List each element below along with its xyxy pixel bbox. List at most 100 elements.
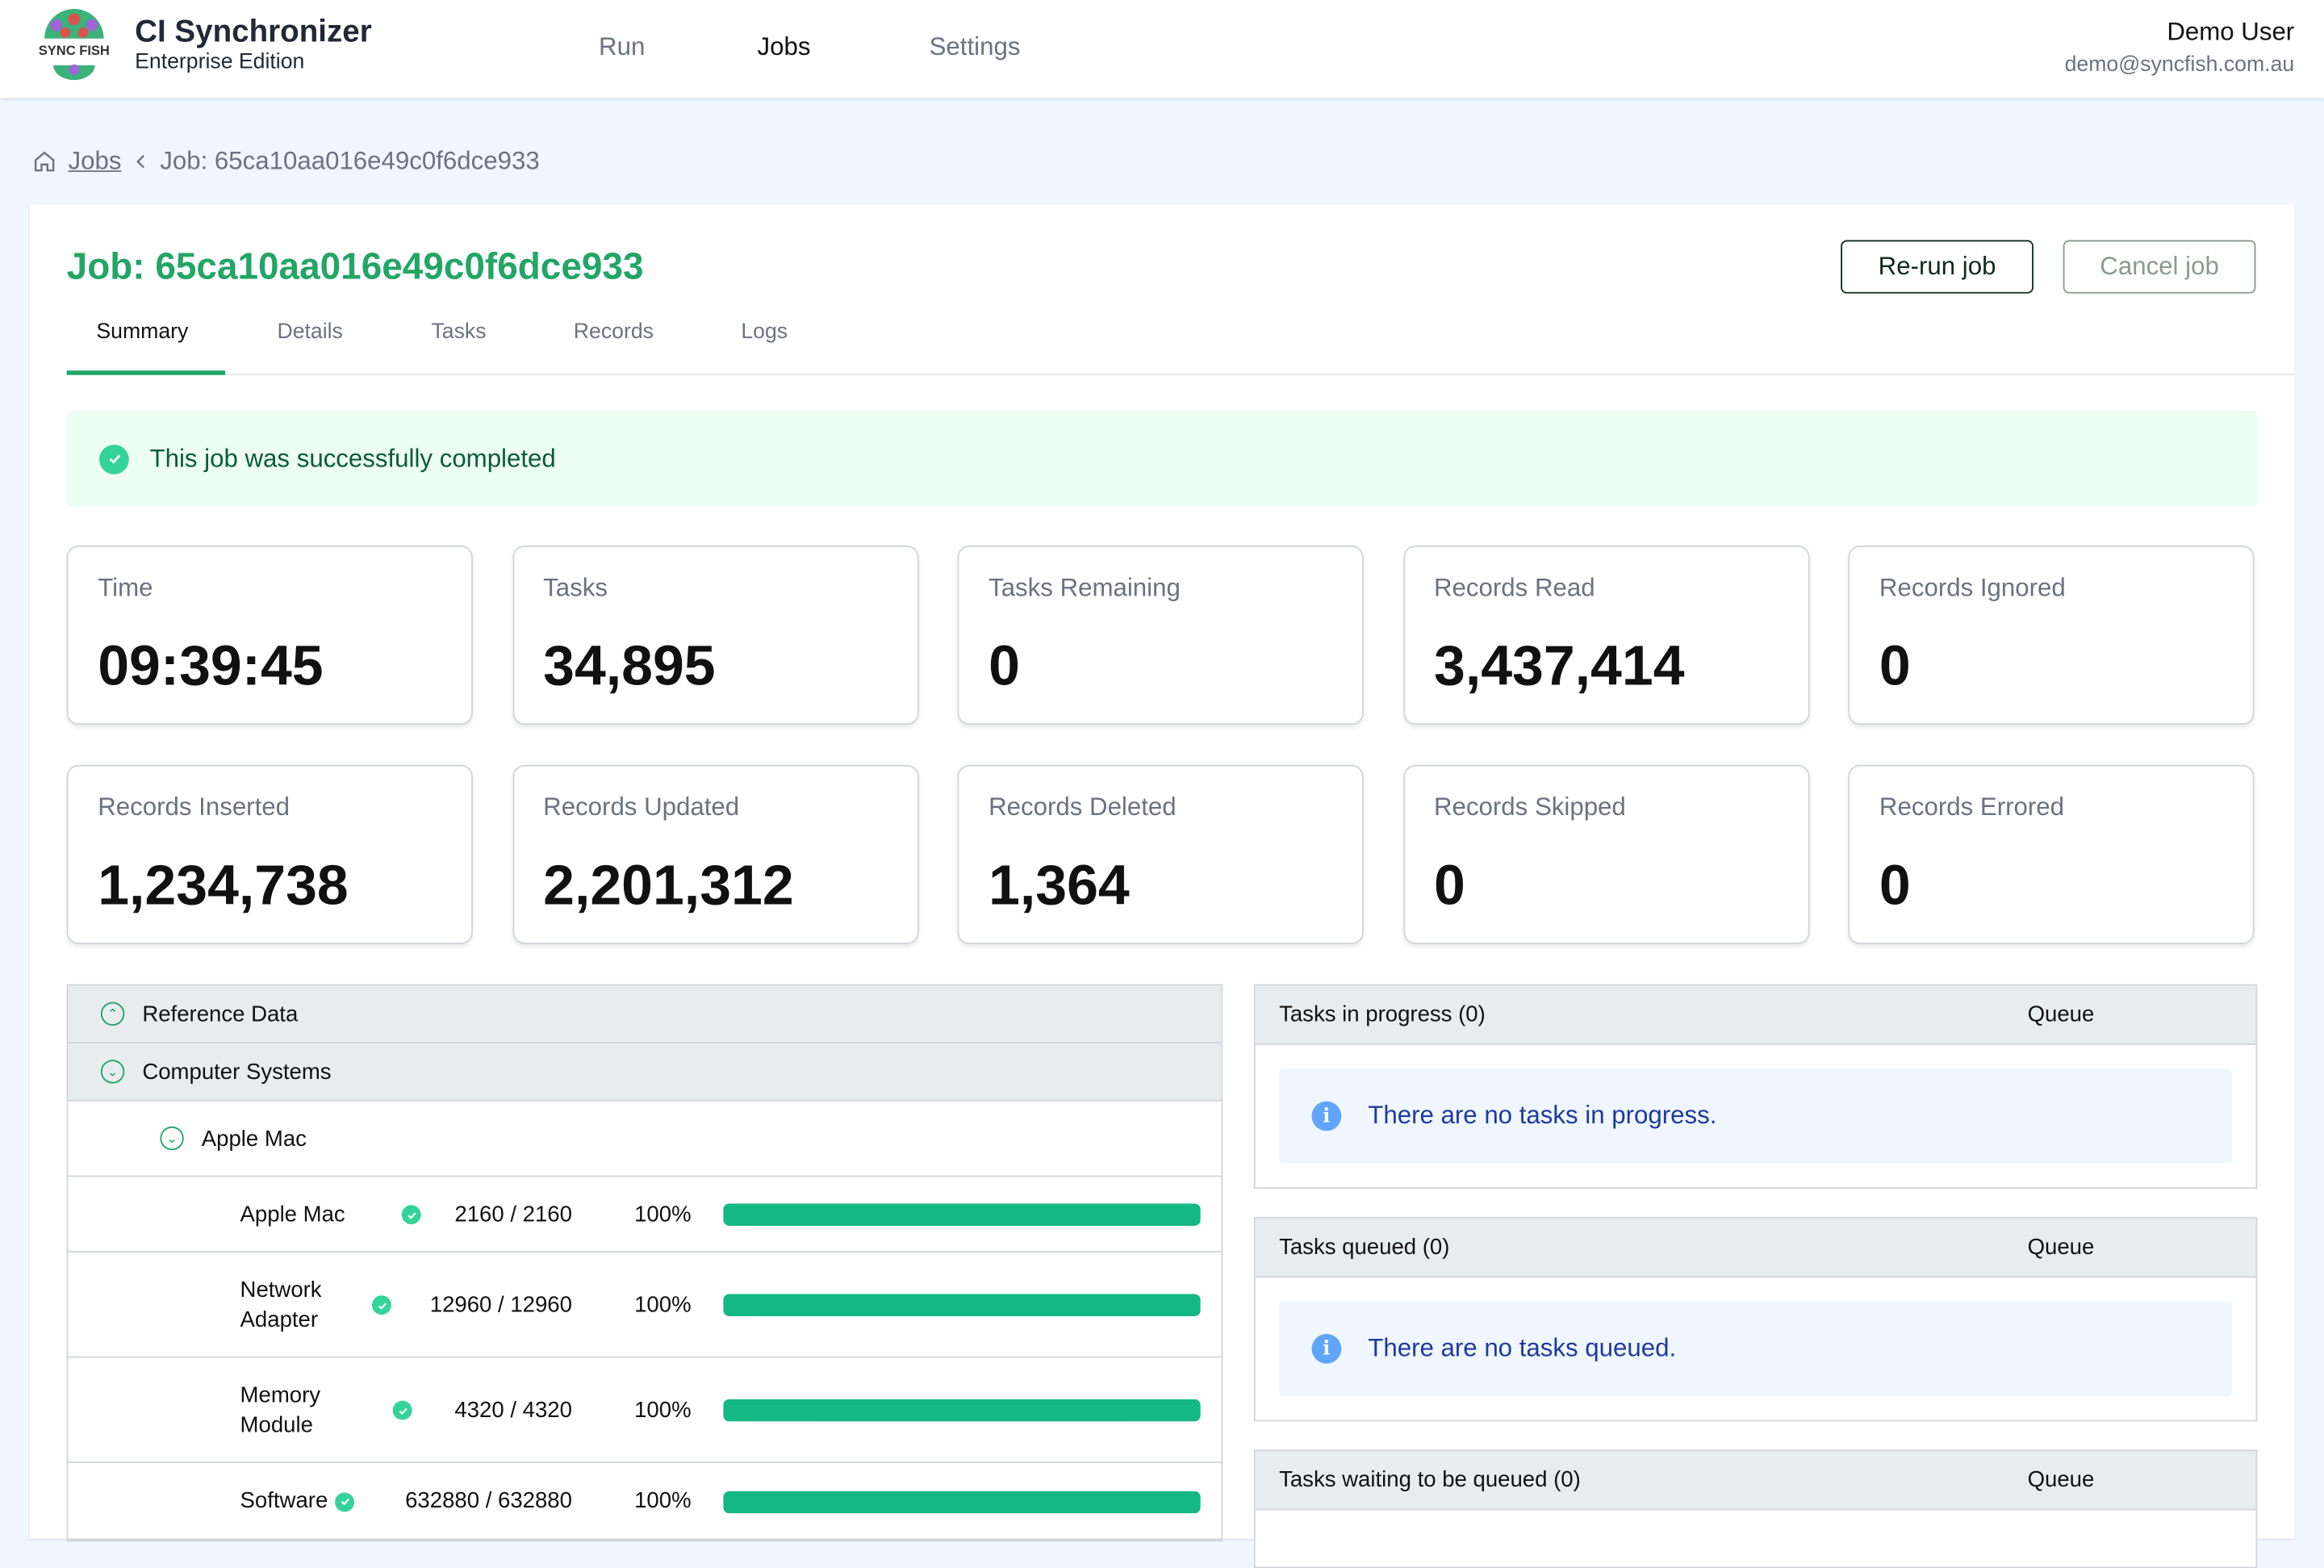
info-icon: i (1311, 1334, 1342, 1364)
queue-panel-queued: Tasks queued (0) Queue i There are no ta… (1253, 1216, 2258, 1422)
top-navbar: SYNC FISH CI Synchronizer Enterprise Edi… (0, 0, 2324, 98)
breadcrumb-jobs-link[interactable]: Jobs (68, 147, 121, 177)
tree-group-label: Reference Data (142, 1001, 299, 1027)
queue-panel-waiting: Tasks waiting to be queued (0) Queue (1253, 1449, 2258, 1568)
stat-label: Tasks (543, 573, 608, 602)
task-progress-fill (723, 1203, 1201, 1226)
task-count: 12960 / 12960 (429, 1291, 572, 1317)
task-row[interactable]: Memory Module 4320 / 4320 100% (68, 1357, 1222, 1463)
stat-label: Tasks Remaining (989, 573, 1181, 602)
task-count: 4320 / 4320 (454, 1397, 572, 1423)
stat-value: 1,234,738 (98, 855, 349, 918)
stat-value: 1,364 (989, 855, 1130, 918)
task-tree: ⌃ Reference Data ⌄ Computer Systems ⌄ Ap… (66, 984, 1223, 1542)
cancel-job-button[interactable]: Cancel job (2063, 240, 2256, 294)
check-circle-icon (392, 1400, 412, 1420)
stat-label: Records Inserted (98, 792, 290, 822)
active-tab-indicator (66, 370, 226, 375)
chevron-down-circle-icon[interactable]: ⌄ (100, 1060, 125, 1084)
stat-card-records-updated: Records Updated 2,201,312 (512, 764, 918, 944)
queue-panel-title: Tasks in progress (0) (1279, 1001, 1486, 1027)
stat-label: Records Skipped (1434, 792, 1626, 822)
check-circle-icon (335, 1491, 354, 1512)
job-tabs: Summary Details Tasks Records Logs (66, 299, 2295, 375)
tab-summary[interactable]: Summary (96, 320, 188, 344)
task-percent: 100% (634, 1488, 692, 1514)
check-circle-icon (99, 444, 129, 474)
stat-value: 0 (989, 635, 1020, 699)
tree-group-computer-systems[interactable]: ⌄ Computer Systems (68, 1043, 1222, 1102)
breadcrumb: Jobs Job: 65ca10aa016e49c0f6dce933 (32, 146, 540, 177)
queue-panel-title: Tasks waiting to be queued (0) (1279, 1467, 1581, 1493)
task-row[interactable]: Apple Mac 2160 / 2160 100% (68, 1177, 1222, 1253)
task-progress-bar (723, 1294, 1201, 1316)
stat-value: 09:39:45 (98, 635, 324, 699)
job-status-alert: This job was successfully completed (66, 410, 2258, 508)
info-alert: i There are no tasks in progress. (1279, 1068, 2233, 1164)
stat-card-tasks: Tasks 34,895 (512, 545, 918, 725)
tab-tasks[interactable]: Tasks (431, 320, 486, 344)
stat-value: 0 (1879, 635, 1911, 699)
stat-value: 34,895 (543, 635, 716, 699)
chevron-down-circle-icon[interactable]: ⌄ (160, 1126, 184, 1151)
task-percent: 100% (634, 1201, 692, 1227)
queue-column-header[interactable]: Queue (2028, 1235, 2095, 1260)
nav-run[interactable]: Run (599, 32, 645, 62)
app-title: CI Synchronizer (135, 15, 372, 49)
stat-label: Records Deleted (989, 792, 1177, 822)
rerun-job-button[interactable]: Re-run job (1841, 240, 2034, 294)
stat-card-records-inserted: Records Inserted 1,234,738 (66, 764, 473, 944)
breadcrumb-current: Job: 65ca10aa016e49c0f6dce933 (160, 146, 540, 175)
task-count: 2160 / 2160 (454, 1201, 572, 1227)
user-email: demo@syncfish.com.au (2064, 53, 2295, 77)
stat-label: Records Ignored (1879, 573, 2066, 602)
stat-card-time: Time 09:39:45 (66, 545, 473, 725)
nav-jobs[interactable]: Jobs (758, 32, 811, 62)
tree-group-reference-data[interactable]: ⌃ Reference Data (68, 985, 1222, 1044)
stat-card-records-errored: Records Errored 0 (1848, 764, 2255, 944)
task-row[interactable]: Network Adapter 12960 / 12960 100% (68, 1252, 1222, 1358)
stat-value: 0 (1879, 855, 1911, 918)
user-name[interactable]: Demo User (2167, 18, 2294, 48)
queue-column-header[interactable]: Queue (2028, 1467, 2095, 1492)
task-progress-fill (723, 1294, 1201, 1316)
check-circle-icon (401, 1205, 421, 1225)
logo-text: SYNC FISH (39, 43, 110, 58)
stat-label: Records Read (1434, 573, 1595, 602)
stat-label: Records Updated (543, 792, 740, 822)
stat-card-records-deleted: Records Deleted 1,364 (957, 764, 1364, 944)
job-status-message: This job was successfully completed (149, 444, 556, 472)
stat-label: Time (98, 573, 153, 602)
task-progress-fill (723, 1490, 1201, 1513)
job-title: Job: 65ca10aa016e49c0f6dce933 (66, 245, 644, 288)
info-icon: i (1311, 1101, 1342, 1131)
task-progress-bar (723, 1490, 1201, 1513)
queue-panel-header: Tasks in progress (0) Queue (1255, 985, 2256, 1045)
stat-value: 2,201,312 (543, 855, 794, 918)
queue-panel-in-progress: Tasks in progress (0) Queue i There are … (1253, 984, 2258, 1190)
tab-records[interactable]: Records (574, 320, 654, 344)
chevron-up-circle-icon[interactable]: ⌃ (100, 1001, 125, 1026)
queue-column-header[interactable]: Queue (2028, 1002, 2095, 1027)
tab-logs[interactable]: Logs (741, 320, 788, 344)
queue-panel-header: Tasks waiting to be queued (0) Queue (1255, 1451, 2256, 1511)
task-name: Apple Mac (240, 1201, 345, 1227)
task-row[interactable]: Software 632880 / 632880 100% (68, 1463, 1222, 1541)
nav-settings[interactable]: Settings (930, 32, 1021, 62)
info-message: There are no tasks in progress. (1368, 1101, 1717, 1130)
task-percent: 100% (634, 1397, 692, 1423)
home-icon[interactable] (32, 150, 56, 174)
job-panel: Job: 65ca10aa016e49c0f6dce933 Re-run job… (29, 204, 2295, 1568)
stat-card-records-read: Records Read 3,437,414 (1402, 545, 1809, 725)
stat-value: 0 (1434, 855, 1465, 918)
info-message: There are no tasks queued. (1368, 1334, 1677, 1362)
stat-label: Records Errored (1879, 792, 2065, 822)
syncfish-logo-icon[interactable]: SYNC FISH (36, 6, 113, 83)
tab-details[interactable]: Details (277, 320, 342, 344)
stat-value: 3,437,414 (1434, 635, 1685, 699)
app-subtitle: Enterprise Edition (135, 50, 305, 74)
task-name: Network Adapter (240, 1277, 322, 1332)
stat-card-tasks-remaining: Tasks Remaining 0 (957, 545, 1364, 725)
tree-subgroup-apple-mac[interactable]: ⌄ Apple Mac (68, 1102, 1222, 1177)
queue-panel-header: Tasks queued (0) Queue (1255, 1218, 2256, 1278)
